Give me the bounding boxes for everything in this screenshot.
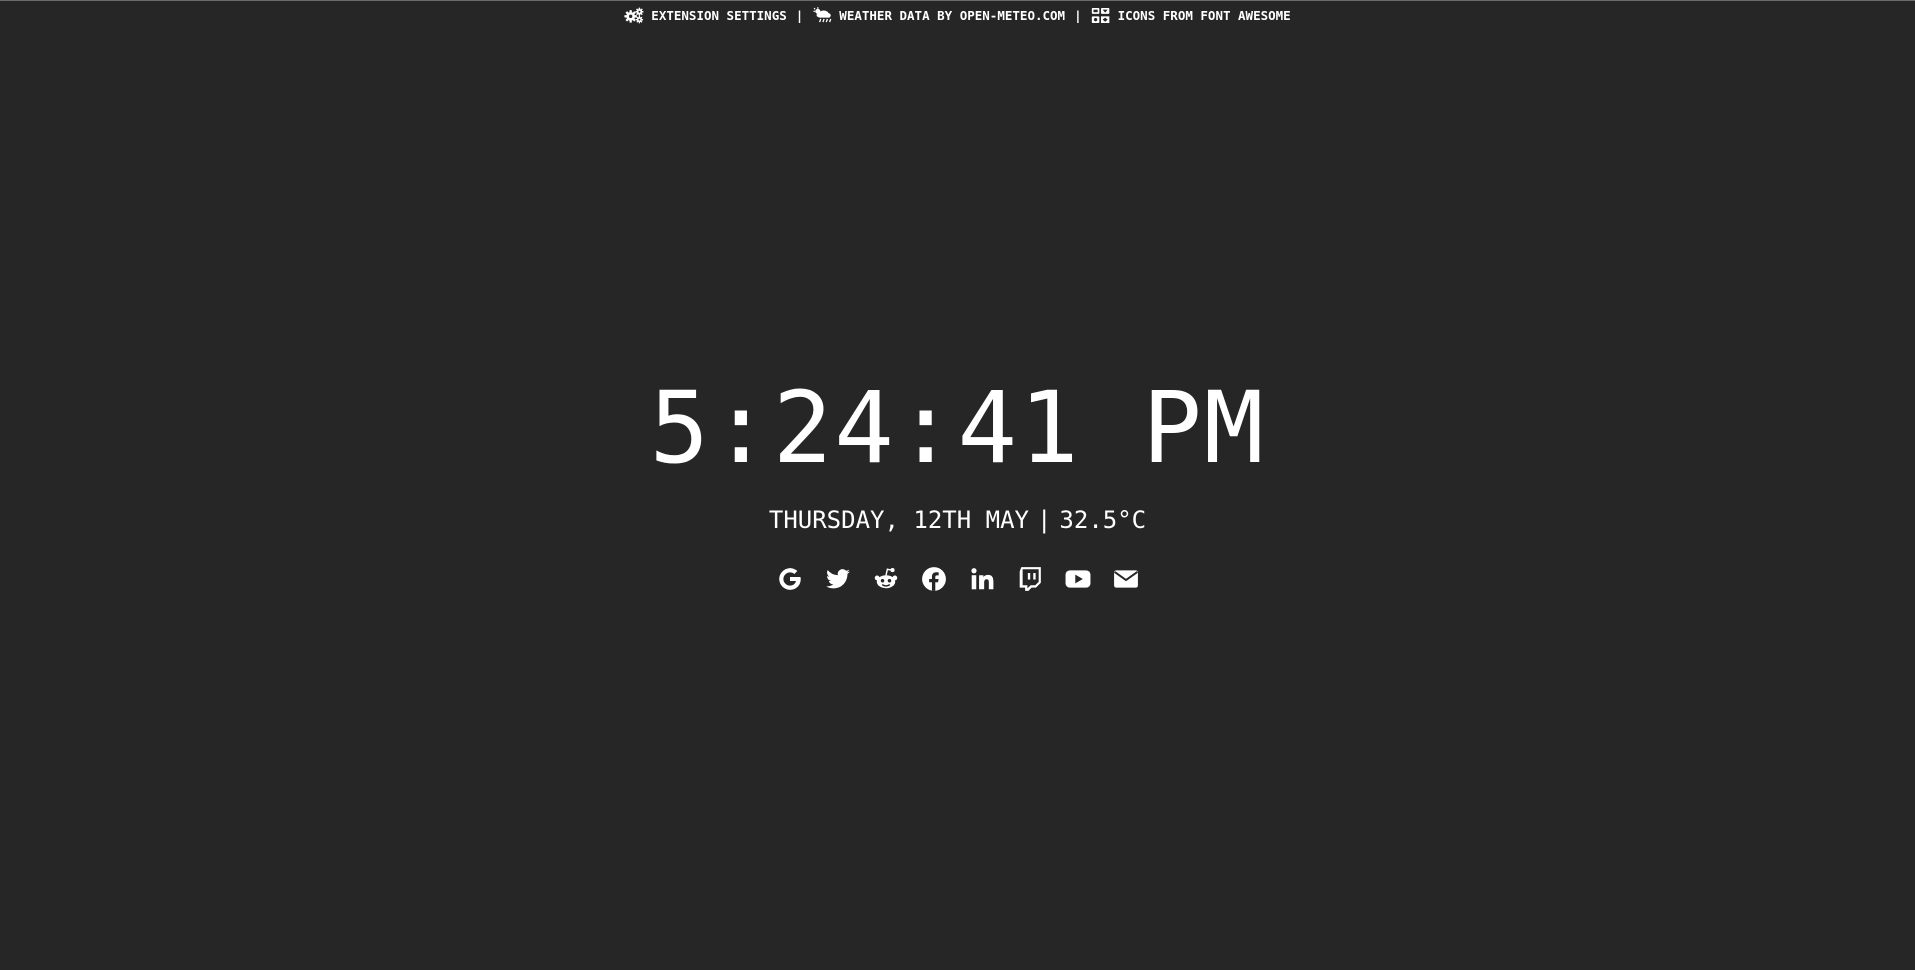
twitch-link[interactable] [1016,565,1044,593]
twitter-link[interactable] [824,565,852,593]
twitch-icon [1019,567,1041,591]
cloud-sun-rain-icon [813,6,832,22]
linkedin-icon [970,568,993,590]
quick-links [0,565,1915,593]
twitter-icon [825,569,850,589]
envelope-icon [1113,570,1138,588]
facebook-icon [921,567,946,591]
facebook-link[interactable] [920,565,948,593]
clock-display: 5:24:41 PM [649,371,1266,486]
extension-settings-label: EXTENSION SETTINGS [651,7,787,23]
weather-credit-label: WEATHER DATA BY OPEN-METEO.COM [839,7,1066,23]
date-separator: | [1036,506,1052,534]
date-weather-line: THURSDAY, 12TH MAY | 32.5°C [0,505,1915,535]
topbar-separator: | [1074,7,1082,23]
top-bar: EXTENSION SETTINGS | WEATHER DATA BY OPE… [0,5,1915,25]
date-text: THURSDAY, 12TH MAY [768,506,1029,534]
reddit-link[interactable] [872,565,900,593]
top-border [0,0,1915,1]
youtube-link[interactable] [1064,565,1092,593]
extension-settings-link[interactable]: EXTENSION SETTINGS [624,7,787,24]
youtube-icon [1065,570,1090,588]
temperature-text: 32.5°C [1059,506,1147,534]
linkedin-link[interactable] [968,565,996,593]
topbar-separator: | [795,7,804,23]
google-link[interactable] [776,565,804,593]
weather-credit-link[interactable]: WEATHER DATA BY OPEN-METEO.COM [812,6,1066,24]
reddit-icon [874,568,897,589]
gears-icon [624,7,644,23]
font-awesome-credit-link[interactable]: ICONS FROM FONT AWESOME [1091,7,1291,24]
google-icon [778,568,801,590]
email-link[interactable] [1112,565,1140,593]
font-awesome-icon [1091,7,1109,23]
font-awesome-credit-label: ICONS FROM FONT AWESOME [1117,7,1291,23]
